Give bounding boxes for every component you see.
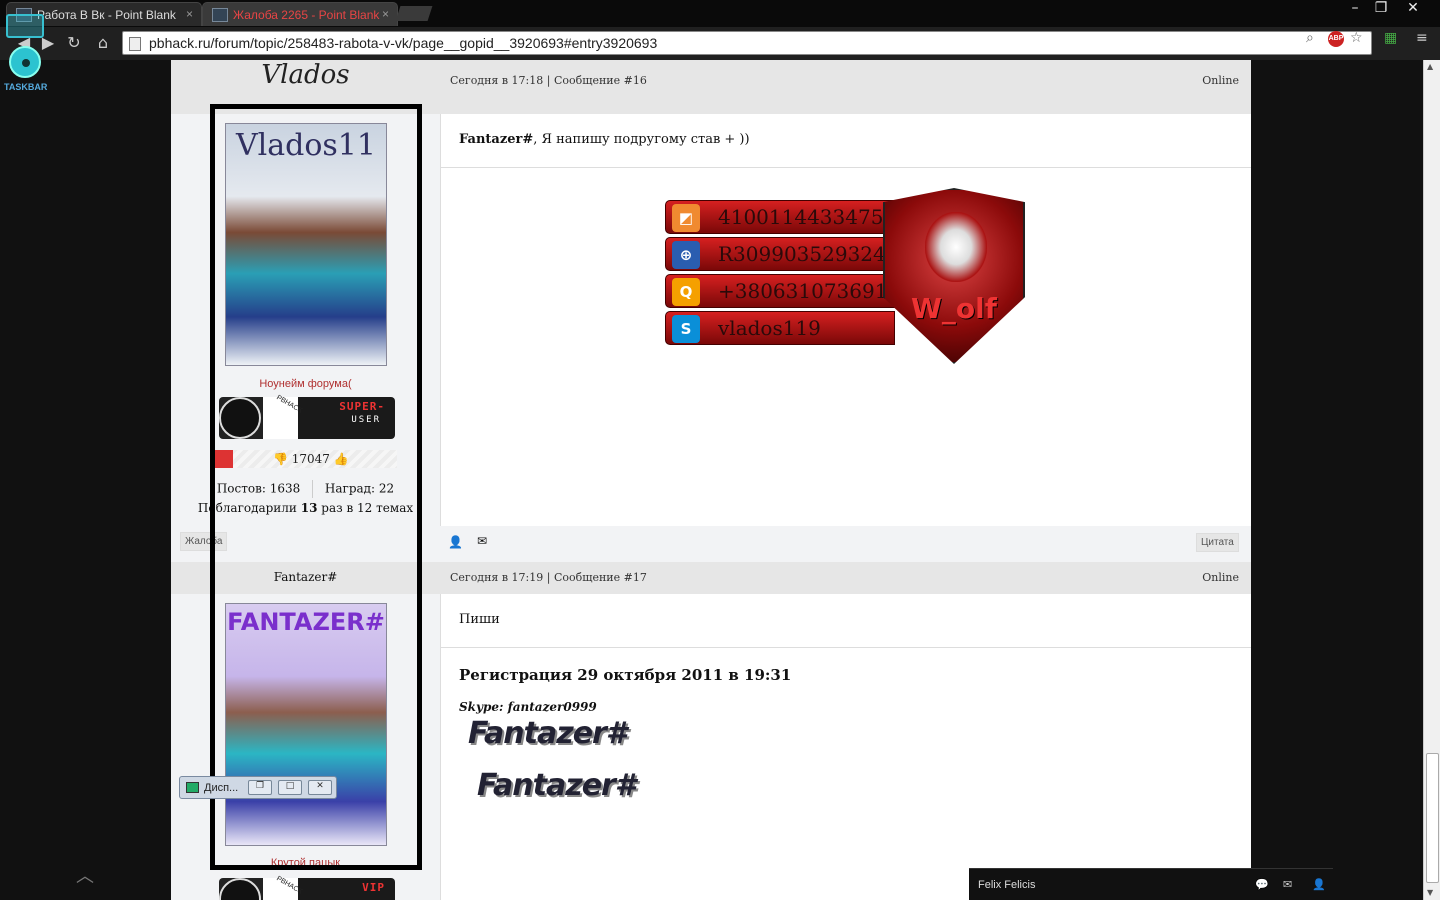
tab-title: Жалоба 2265 - Point Blank [233,8,380,22]
wolf-icon [925,212,987,282]
monitor-icon[interactable] [6,14,44,38]
post-meta: Сегодня в 17:18 | Сообщение #16 [450,74,647,87]
close-icon[interactable]: ✕ [308,780,332,795]
tab-close-icon[interactable]: × [382,7,389,21]
scroll-down-icon[interactable]: ▼ [1427,888,1433,897]
toolbar: ◀ ▶ ↻ ⌂ pbhack.ru/forum/topic/258483-rab… [0,27,1440,60]
badge-emblem-icon [219,878,261,900]
favicon-icon [212,8,228,22]
post-text: Пиши [459,612,500,627]
online-status: Online [1202,74,1239,87]
shield-text: W_olf [911,292,997,325]
reload-icon[interactable]: ↻ [64,33,84,53]
restore-icon[interactable]: ❐ [248,780,272,795]
tab-title: Работа В Вк - Point Blank [37,8,176,22]
scrollbar-thumb[interactable] [1426,753,1439,883]
star-icon[interactable]: ☆ [1350,30,1363,46]
online-status: Online [1202,571,1239,584]
yandex-money-icon: ◩ [672,204,700,232]
registration-title: Регистрация 29 октября 2011 в 19:31 [459,666,792,684]
author-signature-name[interactable]: Vlados [171,60,440,90]
extension-icon[interactable]: ▦ [1384,30,1397,46]
maximize-icon[interactable]: □ [278,780,302,795]
signature-row: Q +380631073691 [665,274,895,308]
minimize-button[interactable]: – [1342,0,1368,18]
scroll-top-icon[interactable]: ︿ [76,862,94,888]
minimized-window[interactable]: Дисп... ❐ □ ✕ [179,776,337,799]
highlight-rectangle [210,104,422,870]
user-badge: PBHACK VIP [219,875,395,900]
qiwi-icon: Q [672,278,700,306]
signature-value: R309903529324 [718,242,886,266]
taskbar-widget[interactable]: TASKBAR [4,14,48,94]
quote-button[interactable]: Цитата [1196,533,1239,552]
chat-user-name[interactable]: Felix Felicis [978,879,1035,891]
user-icon[interactable]: 👤 [1312,878,1326,891]
post-text-content: , Я напишу подругому став + )) [533,132,750,147]
vertical-scrollbar[interactable]: ▲ ▼ [1423,60,1440,900]
url-text: pbhack.ru/forum/topic/258483-rabota-v-vk… [149,35,658,51]
webmoney-icon: ⊕ [672,241,700,269]
wolf-shield-icon: W_olf [883,188,1025,364]
chat-bar[interactable]: Felix Felicis 💬 ✉ 👤 [969,868,1333,900]
post-text: Fantazer#, Я напишу подругому став + )) [459,132,750,147]
signature-value: 410011443347527 [718,205,909,229]
search-icon[interactable]: ⌕ [1306,30,1314,46]
scroll-up-icon[interactable]: ▲ [1427,62,1433,71]
menu-icon[interactable]: ≡ [1416,30,1428,46]
disc-icon[interactable] [9,46,41,78]
signature-image: ◩ 410011443347527 ⊕ R309903529324 Q +38063107… [665,188,1027,368]
signature-row: Svlados119 [665,311,895,345]
signature-row: ◩ 410011443347527 [665,200,909,234]
quoted-author[interactable]: Fantazer# [459,132,533,147]
post-meta: Сегодня в 17:19 | Сообщение #17 [450,571,647,584]
restore-button[interactable]: ❐ [1368,0,1394,18]
taskbar-label: TASKBAR [4,82,48,92]
fantazer-logo: Fantazer# [477,768,636,803]
skype-contact: Skype: fantazer0999 [459,700,597,714]
chat-icon[interactable]: 💬 [1255,878,1269,891]
window-label: Дисп... [204,782,239,794]
new-tab-button[interactable] [395,6,433,21]
close-window-button[interactable]: ✕ [1400,0,1426,18]
signature-divider [440,167,1251,168]
signature-value: vlados119 [718,316,821,340]
message-icon[interactable]: ✉ [477,534,487,548]
home-icon[interactable]: ⌂ [93,33,113,53]
fantazer-logo: Fantazer# [468,716,627,751]
badge-title: VIP [362,881,385,894]
mail-icon[interactable]: ✉ [1283,878,1292,891]
tab-zhaloba[interactable]: Жалоба 2265 - Point Blank × [202,2,398,26]
address-bar[interactable]: pbhack.ru/forum/topic/258483-rabota-v-vk… [122,31,1372,55]
signature-divider [440,647,1251,648]
signature-row: ⊕ R309903529324 [665,237,895,271]
profile-icon[interactable]: 👤 [448,535,463,549]
adblock-icon[interactable]: ABP [1328,31,1344,47]
tab-close-icon[interactable]: × [186,7,193,21]
signature-value: +380631073691 [718,279,888,303]
page-icon [129,37,141,51]
skype-icon: S [672,315,700,343]
app-icon [186,782,199,793]
badge-brand: PBHACK [275,875,304,896]
browser-chrome: Работа В Вк - Point Blank × Жалоба 2265 … [0,0,1440,60]
